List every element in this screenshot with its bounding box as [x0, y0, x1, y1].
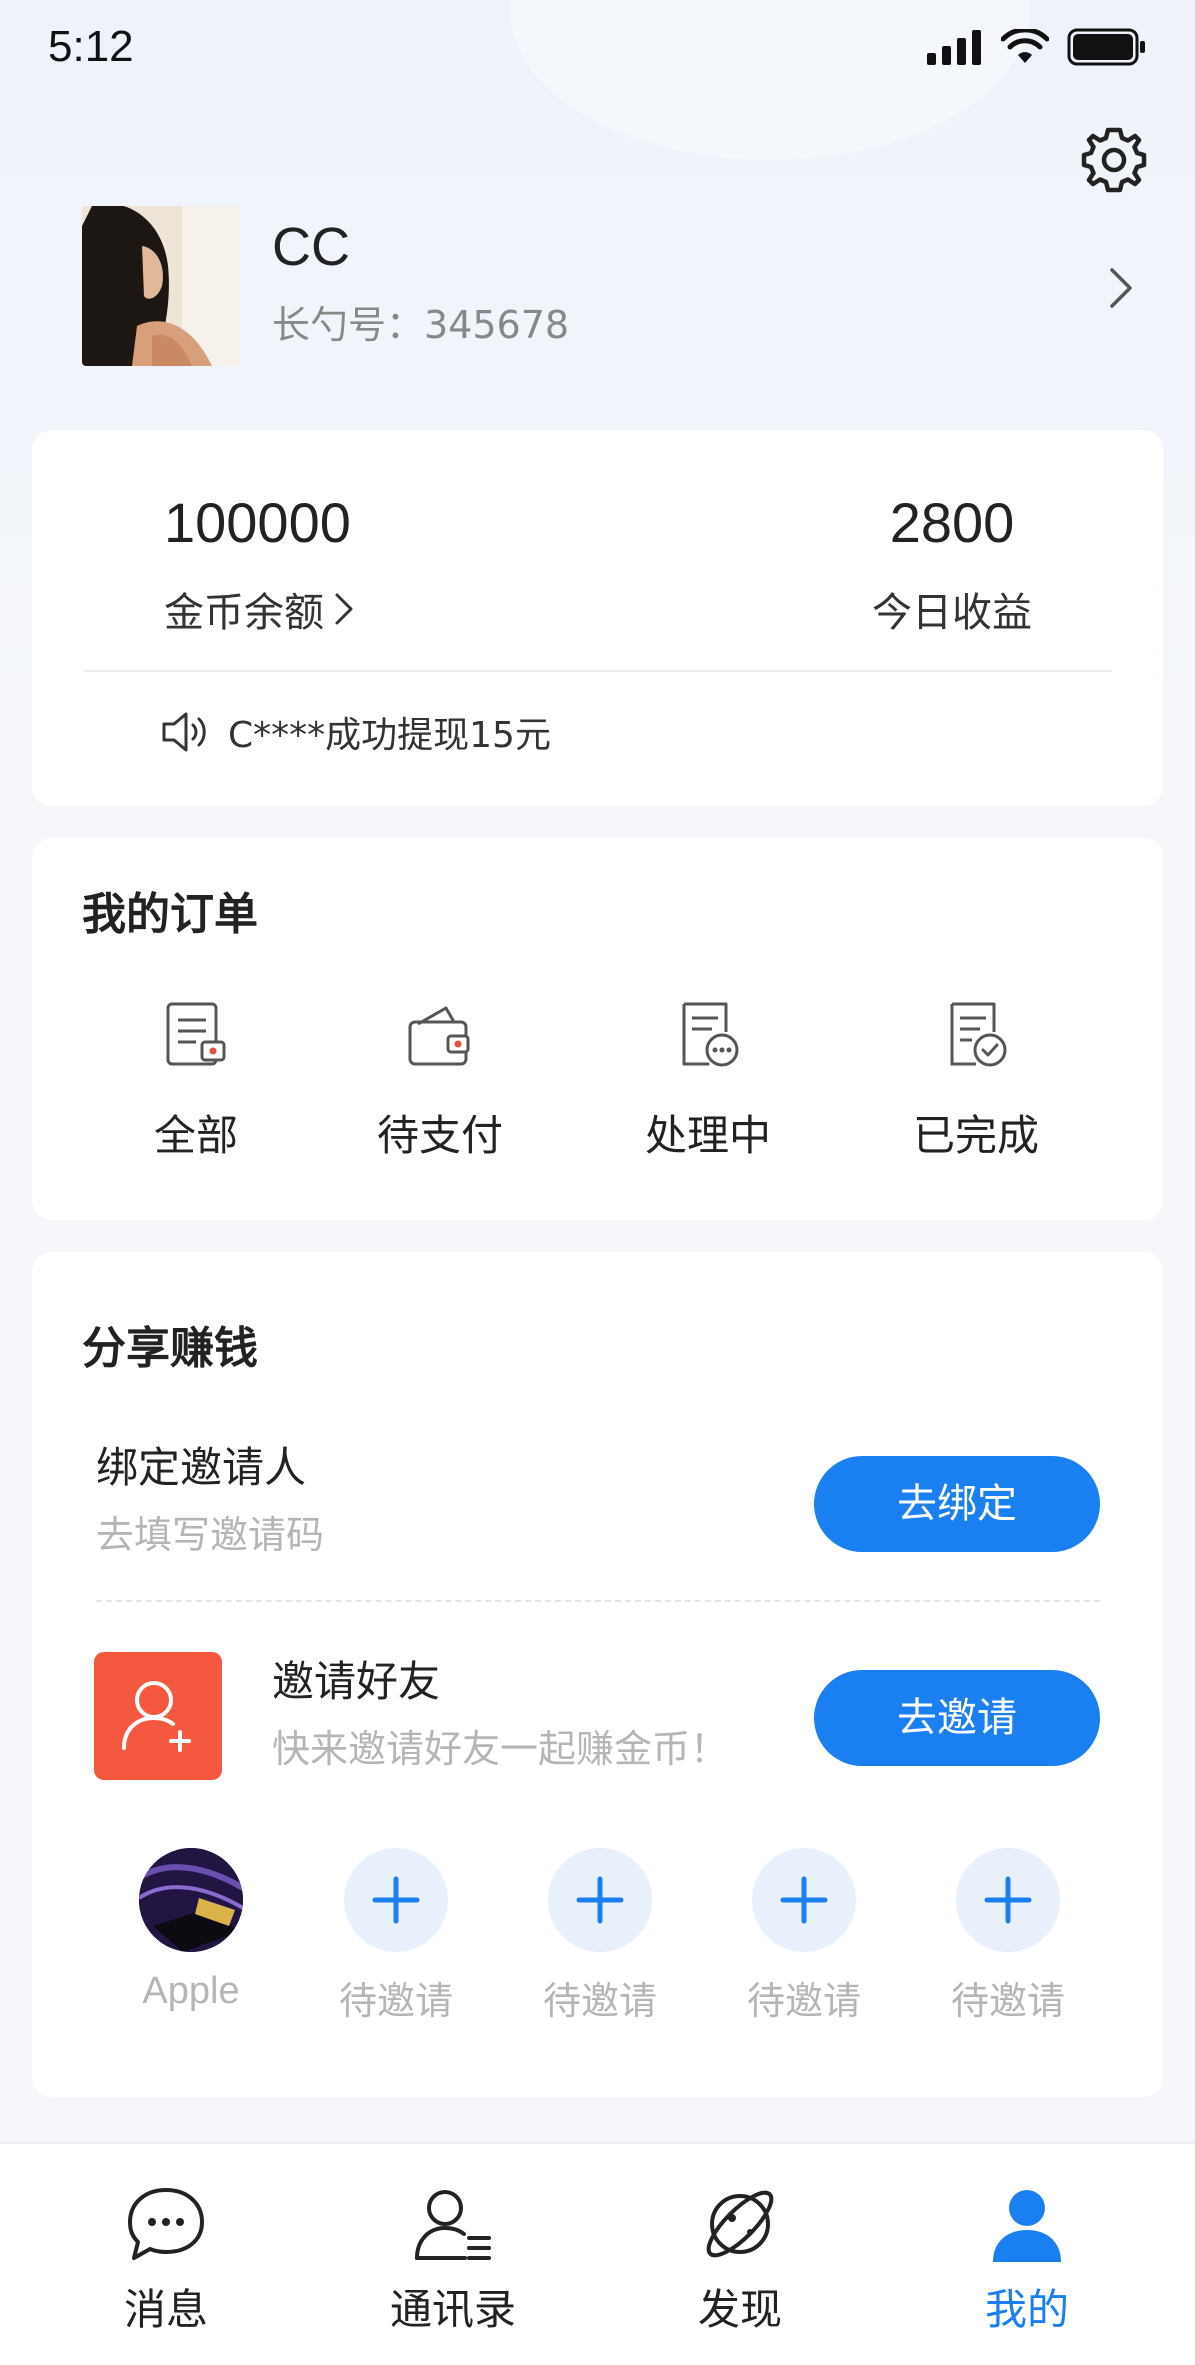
today-earnings-label: 今日收益: [872, 590, 1032, 636]
invite-badge: [94, 1652, 222, 1780]
divider: [96, 1600, 1100, 1602]
order-pending-payment[interactable]: 待支付: [340, 998, 540, 1163]
invite-friends-title: 邀请好友: [272, 1657, 441, 1706]
contacts-icon: [415, 2190, 491, 2260]
add-friend-slot: [548, 1848, 652, 1952]
tab-me-label: 我的: [984, 2285, 1069, 2334]
bind-inviter-subtitle: 去填写邀请码: [96, 1513, 325, 1557]
friend-label: Apple: [142, 1970, 240, 2012]
add-friend-slot: [344, 1848, 448, 1952]
bind-button[interactable]: 去绑定: [814, 1456, 1100, 1552]
today-earnings-value: 2800: [889, 491, 1015, 554]
plus-icon: [372, 1876, 420, 1924]
friend-label: 待邀请: [950, 1981, 1065, 2023]
withdraw-notice: C****成功提现15元: [160, 706, 551, 758]
processing-doc-icon: [682, 1002, 739, 1067]
planet-icon: [706, 2190, 774, 2258]
user-icon: [993, 2190, 1061, 2262]
gear-icon[interactable]: [1078, 124, 1150, 196]
order-completed[interactable]: 已完成: [876, 998, 1076, 1163]
order-all[interactable]: 全部: [96, 998, 296, 1163]
status-icons: [925, 28, 1147, 66]
divider: [84, 670, 1112, 672]
friend-slot[interactable]: 待邀请: [729, 1848, 879, 2025]
plus-icon: [576, 1876, 624, 1924]
friend-label: 待邀请: [542, 1981, 657, 2023]
withdraw-notice-text: C****成功提现15元: [228, 715, 551, 756]
user-id: 长勺号：345678: [272, 303, 570, 347]
tab-discover[interactable]: 发现: [640, 2182, 840, 2337]
chevron-right-icon[interactable]: [1102, 258, 1142, 318]
orders-title: 我的订单: [82, 889, 258, 940]
battery-icon: [1067, 28, 1145, 66]
invite-friends-subtitle: 快来邀请好友一起赚金币！: [272, 1727, 729, 1771]
plus-icon: [780, 1876, 828, 1924]
friend-slot[interactable]: 待邀请: [933, 1848, 1083, 2025]
bottom-tab-bar: 消息 通讯录 发现 我的: [0, 2142, 1195, 2365]
tab-messages-label: 消息: [123, 2285, 208, 2334]
avatar[interactable]: [82, 206, 240, 366]
add-user-icon: [122, 1681, 191, 1752]
plus-icon: [984, 1876, 1032, 1924]
bind-inviter-title: 绑定邀请人: [96, 1443, 307, 1492]
wallet-icon: [408, 1006, 470, 1066]
status-time: 5:12: [48, 22, 134, 71]
friend-slot[interactable]: Apple: [116, 1848, 266, 2013]
order-processing-label: 处理中: [644, 1111, 771, 1160]
share-earn-card: 分享赚钱 绑定邀请人 去填写邀请码 去绑定 邀请好友 快来邀请好友一起赚金币！ …: [32, 1252, 1163, 2097]
tab-contacts[interactable]: 通讯录: [353, 2182, 553, 2337]
invite-button[interactable]: 去邀请: [814, 1670, 1100, 1766]
order-processing[interactable]: 处理中: [608, 998, 808, 1163]
coin-balance-label: 金币余额: [164, 590, 324, 636]
friend-label: 待邀请: [338, 1981, 453, 2023]
order-pending-payment-label: 待支付: [376, 1111, 503, 1160]
orders-card: 我的订单 全部 待支付 处理中 已完成: [32, 838, 1163, 1220]
wifi-icon: [1001, 29, 1049, 63]
speaker-icon: [162, 712, 206, 752]
add-friend-slot: [956, 1848, 1060, 1952]
friend-avatar: [139, 1848, 243, 1952]
friend-label: 待邀请: [746, 1981, 861, 2023]
chat-bubble-icon: [128, 2188, 204, 2260]
coin-balance-link[interactable]: 金币余额: [164, 580, 356, 638]
user-name: CC: [272, 217, 350, 277]
signal-icon: [927, 30, 981, 65]
tab-discover-label: 发现: [697, 2285, 782, 2334]
tab-me[interactable]: 我的: [927, 2182, 1127, 2337]
coin-balance-value: 100000: [164, 491, 351, 554]
profile-header[interactable]: CC 长勺号：345678: [82, 206, 1142, 368]
friend-slot[interactable]: 待邀请: [321, 1848, 471, 2025]
add-friend-slot: [752, 1848, 856, 1952]
wallet-card: 100000 金币余额 2800 今日收益 C****成功提现15元: [32, 430, 1163, 806]
order-completed-label: 已完成: [912, 1111, 1039, 1160]
document-icon: [166, 1002, 226, 1066]
status-bar: 5:12: [0, 0, 1195, 100]
chevron-right-icon: [335, 593, 353, 625]
tab-messages[interactable]: 消息: [66, 2182, 266, 2337]
share-title: 分享赚钱: [82, 1323, 258, 1374]
order-all-label: 全部: [153, 1111, 238, 1160]
completed-doc-icon: [950, 1002, 1007, 1067]
friend-slot[interactable]: 待邀请: [525, 1848, 675, 2025]
tab-contacts-label: 通讯录: [389, 2285, 516, 2334]
